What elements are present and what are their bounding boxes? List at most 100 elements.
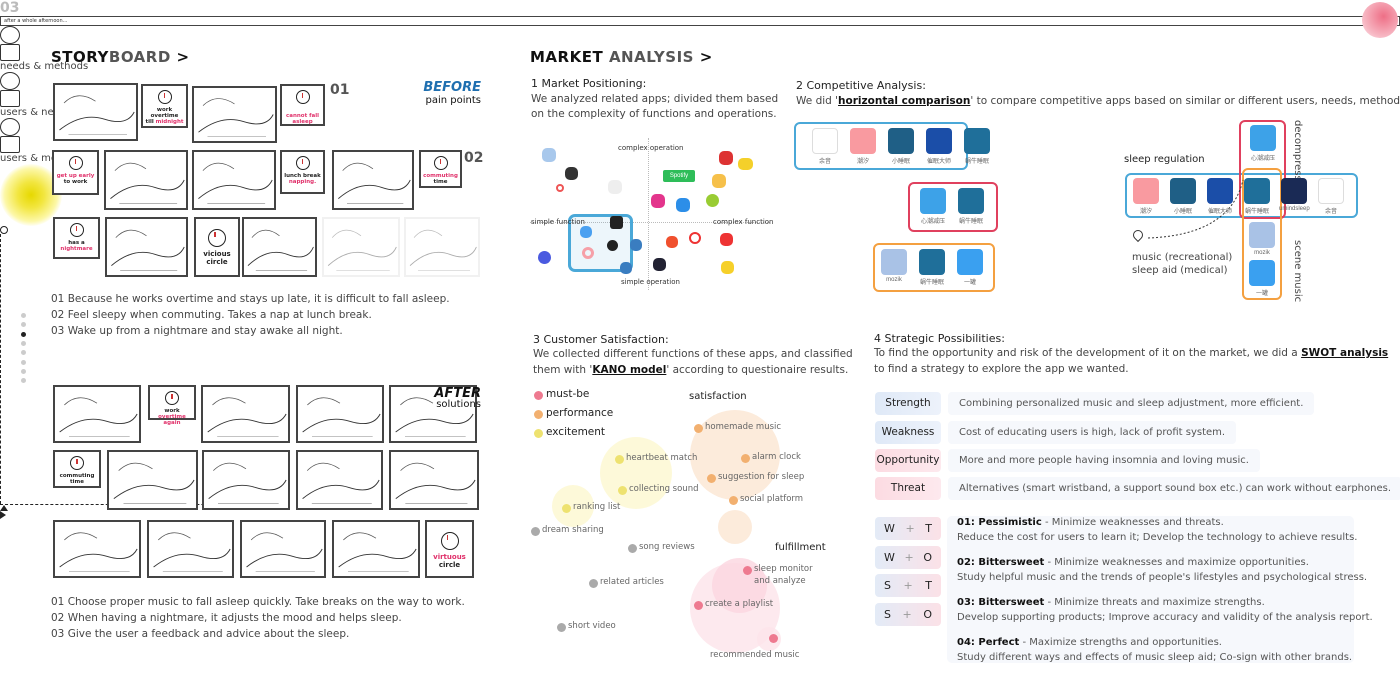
swot-link[interactable]: SWOT analysis — [1301, 347, 1388, 359]
sketch-panel — [296, 450, 383, 510]
caption-panel: commuting time — [419, 150, 462, 188]
app-name: umindsleep — [1279, 206, 1310, 212]
chevron-icon: > — [176, 48, 190, 66]
app-icon — [565, 167, 578, 180]
chart-icon — [0, 44, 20, 61]
page-dot[interactable] — [21, 359, 26, 365]
caption-panel: get up early to work — [52, 150, 99, 195]
before-subtitle: pain points — [425, 95, 481, 106]
chevron-icon: > — [699, 48, 713, 66]
positioning-map: complex operation simple operation simpl… — [528, 136, 773, 291]
after-subtitle: solutions — [436, 399, 481, 410]
caption-panel: cannot fall asleep — [280, 84, 325, 126]
caption-fragment: time — [433, 179, 448, 185]
market-title[interactable]: MARKET ANALYSIS > — [530, 48, 713, 66]
x-axis-label: fulfillment — [775, 542, 826, 553]
app-icon: 蜗牛睡眠 — [962, 128, 992, 165]
step-number: 03 — [0, 0, 20, 16]
kano-point-label: sleep monitor — [754, 564, 813, 574]
app-name: 蜗牛睡眠 — [919, 280, 944, 286]
app-logo — [1249, 260, 1275, 286]
strategy-summary: - Minimize threats and maximize strength… — [1044, 597, 1265, 608]
text-fragment: ' to compare competitive apps based on s… — [970, 95, 1400, 107]
app-name: 潮汐 — [1139, 209, 1152, 215]
kano-point-label: homemade music — [705, 422, 782, 432]
logo — [1362, 2, 1398, 38]
kano-point — [729, 496, 738, 505]
combo-letter: S — [884, 608, 891, 621]
chat-icon — [0, 26, 20, 44]
combo-so: S + O — [875, 603, 941, 626]
caption-fragment: napping. — [288, 179, 317, 185]
caption-panel: lunch break napping. — [280, 150, 325, 194]
app-icon: 一罐 — [955, 249, 985, 286]
page-dot[interactable] — [21, 331, 26, 337]
app-logo — [920, 188, 946, 214]
app-icon — [651, 194, 665, 208]
users-icon — [0, 72, 20, 90]
app-icon — [580, 226, 592, 238]
plus-icon: + — [904, 551, 914, 564]
kano-point — [743, 566, 752, 575]
combo-wo: W + O — [875, 546, 941, 569]
caption-fragment: to work — [63, 179, 88, 185]
caption-panel: work overtime till midnight — [141, 84, 188, 128]
before-title: BEFORE — [423, 80, 481, 95]
app-name: 余音 — [818, 159, 831, 165]
app-icon — [720, 233, 733, 246]
caption-text: has a nightmare — [55, 240, 98, 252]
caption-text: get up early to work — [54, 173, 97, 185]
caption-text: vicious circle — [196, 250, 238, 266]
sketch-panel — [53, 520, 141, 578]
page-dot[interactable] — [21, 368, 26, 374]
combo-letter: W — [884, 551, 895, 564]
kano-point-label: suggestion for sleep — [718, 472, 805, 482]
swot-desc: Alternatives (smart wristband, a support… — [948, 477, 1400, 500]
strategy-title: 04: Perfect - Maximize strengths and opp… — [957, 637, 1222, 648]
swot-desc: More and more people having insomnia and… — [948, 449, 1260, 472]
app-icon: 潮汐 — [848, 128, 878, 165]
title-part: MARKET — [530, 48, 604, 66]
storyboard-title[interactable]: STORYBOARD > — [51, 48, 190, 66]
axis-left: simple function — [531, 218, 585, 226]
legend-label: performance — [546, 407, 614, 419]
kano-bubble — [600, 437, 672, 509]
kano-point-label: collecting sound — [629, 484, 699, 494]
caption-text: commuting time — [421, 173, 460, 185]
app-logo — [958, 188, 984, 214]
combo-letter: O — [923, 608, 932, 621]
strategy-summary: - Minimize weaknesses and maximize oppor… — [1044, 557, 1309, 568]
app-icon: 余音 — [810, 128, 840, 165]
app-icon — [542, 148, 556, 162]
kano-point-label: and analyze — [754, 576, 806, 586]
combo-letter: S — [884, 579, 891, 592]
page-dot[interactable] — [21, 340, 26, 346]
app-icon — [706, 194, 719, 207]
caption-panel: commuting time — [53, 450, 101, 488]
sketch-panel — [107, 450, 198, 510]
combo-letter: W — [884, 522, 895, 535]
strategy-title: 02: Bittersweet - Minimize weaknesses an… — [957, 557, 1309, 568]
page-dot[interactable] — [21, 313, 26, 318]
caption-panel: vicious circle — [194, 217, 240, 277]
app-icon: 小睡眠 — [886, 128, 916, 165]
app-icon: 催眠大师 — [1205, 178, 1235, 215]
app-icon — [538, 251, 551, 264]
section-text: We analyzed related apps; divided them b… — [531, 93, 779, 105]
section-text: We collected different functions of thes… — [533, 348, 853, 360]
caption-fragment: vicious — [203, 250, 231, 258]
caption-text: work overtime till midnight — [143, 107, 186, 125]
kano-point — [694, 424, 703, 433]
section-text: them with 'KANO model' according to ques… — [533, 364, 848, 376]
sketch-panel — [147, 520, 234, 578]
app-logo — [1170, 178, 1196, 204]
sketch-panel — [240, 520, 326, 578]
section-text: To find the opportunity and risk of the … — [874, 347, 1388, 359]
horizontal-comparison-link[interactable]: horizontal comparison — [838, 95, 970, 107]
plus-icon: + — [905, 522, 915, 535]
kano-point — [589, 579, 598, 588]
kano-model-link[interactable]: KANO model — [592, 364, 666, 376]
sketch-panel — [332, 520, 420, 578]
kano-point-label: song reviews — [639, 542, 695, 552]
app-logo — [1133, 178, 1159, 204]
